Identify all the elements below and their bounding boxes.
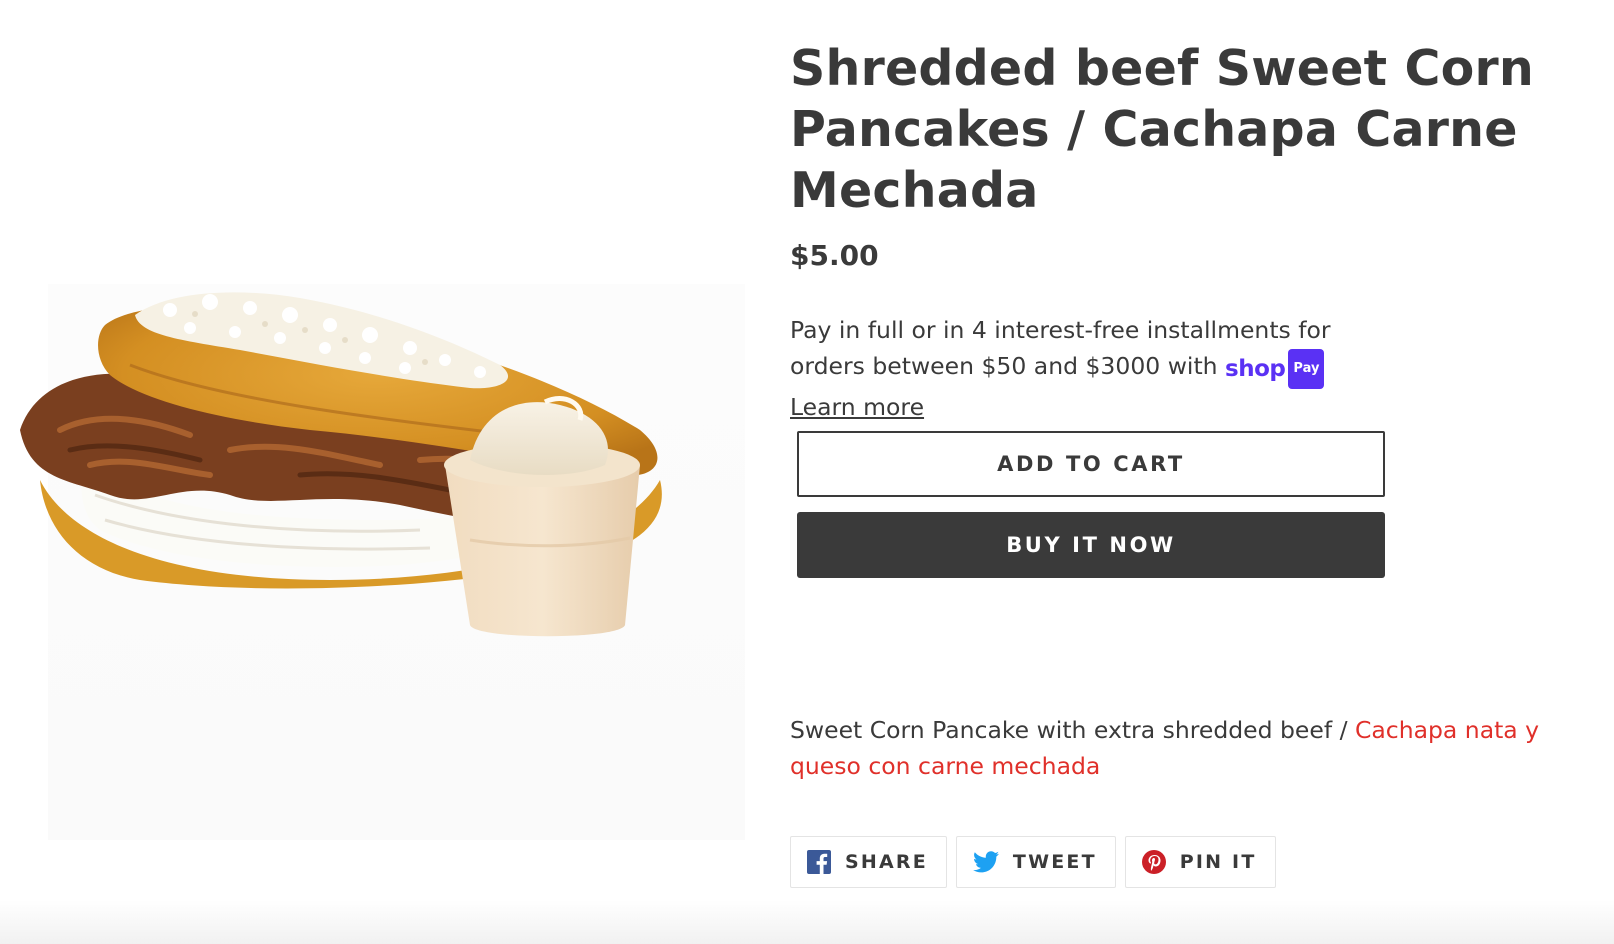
facebook-icon — [807, 850, 831, 874]
shop-pay-logo: shop Pay — [1225, 349, 1325, 389]
product-price: $5.00 — [790, 239, 879, 272]
product-title: Shredded beef Sweet Corn Pancakes / Cach… — [790, 40, 1534, 219]
product-description: Sweet Corn Pancake with extra shredded b… — [790, 712, 1580, 784]
share-twitter-button[interactable]: TWEET — [955, 836, 1116, 888]
pinterest-icon — [1141, 850, 1166, 874]
product-info: Shredded beef Sweet Corn Pancakes / Cach… — [790, 38, 1580, 888]
add-to-cart-button[interactable]: ADD TO CART — [797, 431, 1385, 497]
learn-more-link[interactable]: Learn more — [790, 393, 924, 421]
shop-pay-logo-shop: shop — [1225, 356, 1286, 382]
shop-pay-logo-pay: Pay — [1288, 349, 1325, 389]
description-text: Sweet Corn Pancake with extra shredded b… — [790, 716, 1355, 744]
share-pinterest-button[interactable]: PIN IT — [1124, 836, 1276, 888]
share-facebook-button[interactable]: SHARE — [790, 836, 947, 888]
share-pinterest-label: PIN IT — [1179, 851, 1257, 873]
product-image[interactable] — [0, 280, 745, 840]
share-twitter-label: TWEET — [1012, 851, 1097, 873]
share-facebook-label: SHARE — [845, 851, 928, 873]
product-page: Shredded beef Sweet Corn Pancakes / Cach… — [0, 0, 1614, 944]
page-bottom-fade — [0, 900, 1614, 944]
social-share-row: SHARE TWEET PIN IT — [790, 836, 1580, 888]
cachapa-illustration — [20, 292, 662, 637]
buy-it-now-button[interactable]: BUY IT NOW — [797, 512, 1385, 578]
shop-pay-installments: Pay in full or in 4 interest-free instal… — [790, 312, 1350, 425]
twitter-icon — [972, 851, 999, 873]
